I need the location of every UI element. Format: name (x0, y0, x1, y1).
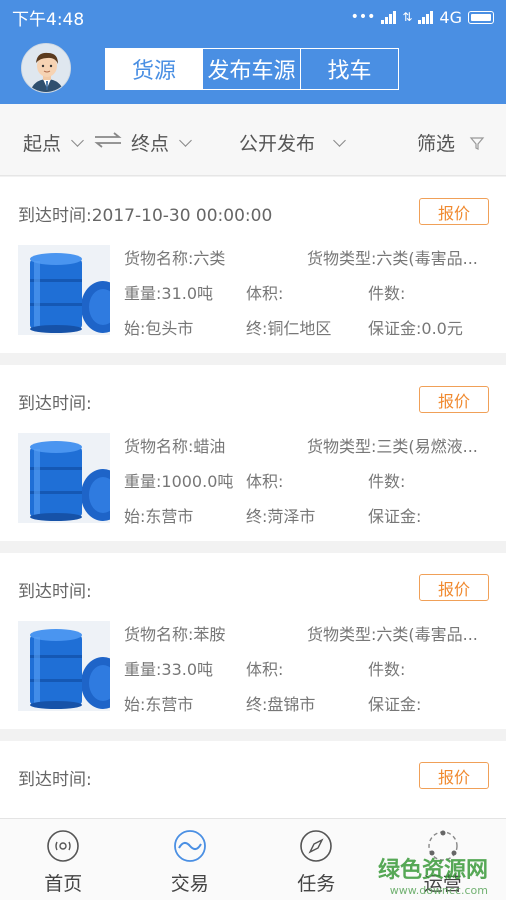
watermark-text: 绿色资源网 (377, 858, 488, 883)
cargo-card[interactable]: 到达时间: 报价 货物名称:苯胺 货物类型:六类(毒害品... 重量:33.0吨… (0, 553, 506, 729)
filter-bar: 起点 终点 公开发布 筛选 (0, 104, 506, 176)
quote-button[interactable]: 报价 (419, 386, 489, 413)
cargo-type: 货物类型:六类(毒害品... (307, 625, 478, 644)
cargo-type: 货物类型:六类(毒害品... (307, 249, 478, 268)
top-tabs: 货源 发布车源 找车 (105, 48, 399, 90)
cargo-origin: 始:东营市 (124, 695, 194, 714)
barrel-icon (18, 621, 110, 711)
status-time: 下午4:48 (12, 9, 85, 30)
status-indicators: ••• ⇅ 4G (351, 8, 494, 27)
avatar-icon (22, 44, 70, 92)
arrival-time: 到达时间: (18, 582, 92, 602)
barrel-icon (18, 245, 110, 335)
cargo-volume: 体积: (246, 472, 284, 491)
cargo-weight: 重量:31.0吨 (124, 284, 214, 303)
avatar[interactable] (21, 43, 71, 93)
quote-button[interactable]: 报价 (419, 574, 489, 601)
cargo-name: 货物名称:苯胺 (124, 625, 226, 644)
quote-button[interactable]: 报价 (419, 762, 489, 789)
watermark-logo: 绿色资源网 www.downcc.com (378, 852, 488, 897)
chevron-down-icon (179, 133, 192, 147)
status-bar: 下午4:48 ••• ⇅ 4G (0, 0, 506, 34)
signal-icon-2 (418, 10, 434, 24)
cargo-weight: 重量:1000.0吨 (124, 472, 234, 491)
arrival-time: 到达时间: (18, 770, 92, 790)
barrel-icon (18, 433, 110, 523)
nav-label-task: 任务 (297, 873, 336, 895)
funnel-icon (469, 136, 485, 150)
quote-button[interactable]: 报价 (419, 198, 489, 225)
cargo-weight: 重量:33.0吨 (124, 660, 214, 679)
tab-find-vehicle[interactable]: 找车 (301, 48, 399, 90)
nav-item-trade[interactable]: 交易 (127, 819, 254, 900)
cargo-pieces: 件数: (368, 284, 406, 303)
swap-icon[interactable] (93, 132, 123, 148)
signal-icon (381, 10, 397, 24)
publish-label: 公开发布 (239, 133, 316, 155)
battery-icon (468, 10, 494, 24)
cargo-deposit: 保证金: (368, 507, 422, 526)
cargo-volume: 体积: (246, 284, 284, 303)
network-type: 4G (439, 7, 462, 27)
cargo-name: 货物名称:六类 (124, 249, 226, 268)
cargo-destination: 终:铜仁地区 (246, 319, 332, 338)
data-transfer-icon: ⇅ (402, 10, 413, 24)
cargo-destination: 终:盘锦市 (246, 695, 316, 714)
screen-filter[interactable]: 筛选 (417, 129, 485, 156)
cargo-card[interactable]: 到达时间:2017-10-30 00:00:00 报价 货物名称:六类 货物类型… (0, 177, 506, 353)
cargo-type: 货物类型:三类(易燃液... (307, 437, 478, 456)
cargo-name: 货物名称:蜡油 (124, 437, 226, 456)
chevron-down-icon (71, 133, 84, 147)
arrival-time: 到达时间:2017-10-30 00:00:00 (18, 206, 273, 226)
nav-label-trade: 交易 (170, 873, 209, 895)
cargo-deposit: 保证金: (368, 695, 422, 714)
app-header: 货源 发布车源 找车 (0, 34, 506, 104)
cargo-origin: 始:东营市 (124, 507, 194, 526)
tab-publish-vehicle[interactable]: 发布车源 (203, 48, 301, 90)
nav-item-task[interactable]: 任务 (253, 819, 380, 900)
cargo-volume: 体积: (246, 660, 284, 679)
arrival-time: 到达时间: (18, 394, 92, 414)
cargo-thumbnail (18, 621, 110, 711)
cargo-pieces: 件数: (368, 472, 406, 491)
home-icon (47, 830, 80, 862)
chevron-down-icon (333, 133, 346, 147)
origin-filter[interactable]: 起点 (23, 129, 84, 156)
cargo-deposit: 保证金:0.0元 (368, 319, 463, 338)
cargo-origin: 始:包头市 (124, 319, 194, 338)
destination-label: 终点 (131, 133, 170, 155)
watermark-url: www.downcc.com (389, 884, 488, 897)
cargo-thumbnail (18, 245, 110, 335)
dots-icon: ••• (350, 9, 376, 25)
origin-label: 起点 (23, 133, 62, 155)
cargo-destination: 终:菏泽市 (246, 507, 316, 526)
cargo-card[interactable]: 到达时间: 报价 (0, 741, 506, 818)
trade-icon (173, 830, 206, 862)
compass-icon (300, 830, 333, 862)
cargo-pieces: 件数: (368, 660, 406, 679)
tab-cargo-source[interactable]: 货源 (105, 48, 203, 90)
publish-filter[interactable]: 公开发布 (239, 129, 346, 156)
destination-filter[interactable]: 终点 (131, 129, 192, 156)
cargo-card[interactable]: 到达时间: 报价 货物名称:蜡油 货物类型:三类(易燃液... 重量:1000.… (0, 365, 506, 541)
nav-label-home: 首页 (44, 873, 83, 895)
cargo-thumbnail (18, 433, 110, 523)
nav-item-home[interactable]: 首页 (0, 819, 127, 900)
screen-label: 筛选 (417, 133, 456, 155)
